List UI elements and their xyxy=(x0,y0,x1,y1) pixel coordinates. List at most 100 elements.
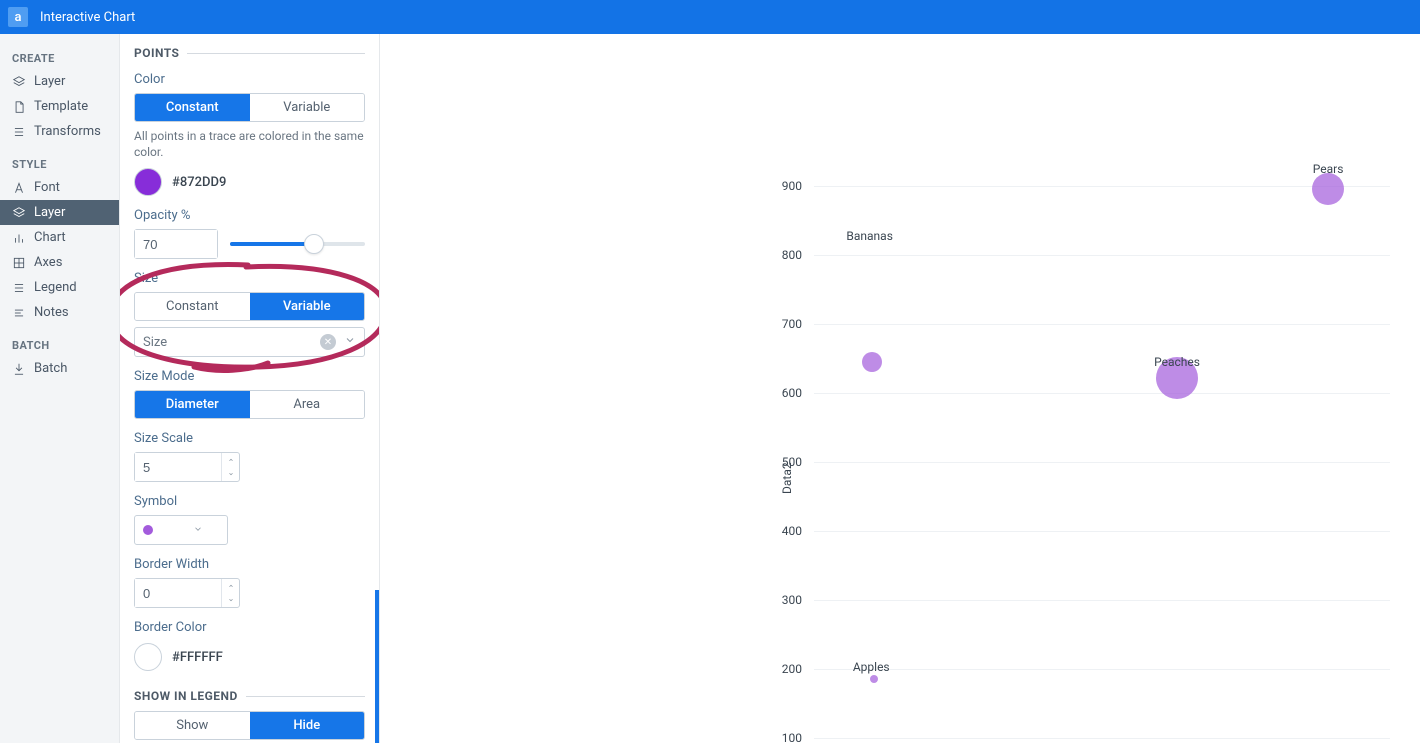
nav-item-notes[interactable]: Notes xyxy=(0,300,119,325)
data-point-label: Bananas xyxy=(846,229,893,243)
stepper-down-icon[interactable] xyxy=(222,593,239,607)
section-header-points: POINTS xyxy=(134,46,365,60)
stepper-down-icon[interactable] xyxy=(222,467,239,481)
nav-item-label: Layer xyxy=(34,205,65,220)
y-tick-label: 100 xyxy=(782,731,802,743)
y-tick-label: 500 xyxy=(782,455,802,469)
nav-section-create: CREATE xyxy=(0,46,119,69)
sizescale-value[interactable] xyxy=(135,453,221,481)
list-icon xyxy=(12,125,26,139)
layers-icon xyxy=(12,75,26,89)
nav-item-template[interactable]: Template xyxy=(0,94,119,119)
size-column-dropdown[interactable]: Size ✕ xyxy=(134,327,365,357)
data-point-label: Pears xyxy=(1313,162,1344,176)
scrollbar-indicator[interactable] xyxy=(375,590,379,743)
nav-item-axes[interactable]: Axes xyxy=(0,250,119,275)
borderwidth-value[interactable] xyxy=(135,579,221,607)
legend-hide[interactable]: Hide xyxy=(250,712,365,739)
y-tick-label: 400 xyxy=(782,524,802,538)
nav-item-label: Axes xyxy=(34,255,62,270)
stepper-up-icon[interactable] xyxy=(222,579,239,593)
symbol-dropdown[interactable] xyxy=(134,515,228,545)
y-tick-label: 700 xyxy=(782,317,802,331)
opacity-value[interactable] xyxy=(135,230,217,258)
data-point-label: Peaches xyxy=(1154,355,1200,369)
sizemode-area[interactable]: Area xyxy=(250,391,365,418)
data-point[interactable] xyxy=(1312,173,1344,205)
gridline xyxy=(814,186,1390,187)
nav-item-layer-style[interactable]: Layer xyxy=(0,200,119,225)
chevron-down-icon xyxy=(344,334,356,350)
nav-item-font[interactable]: Font xyxy=(0,175,119,200)
nav-section-style: STYLE xyxy=(0,152,119,175)
y-tick-label: 600 xyxy=(782,386,802,400)
gridline xyxy=(814,669,1390,670)
legend-toggle[interactable]: Show Hide xyxy=(134,711,365,740)
gridline xyxy=(814,600,1390,601)
size-mode-constant[interactable]: Constant xyxy=(135,293,250,320)
label-borderwidth: Border Width xyxy=(134,557,365,572)
nav-item-legend[interactable]: Legend xyxy=(0,275,119,300)
nav-section-batch: BATCH xyxy=(0,333,119,356)
nav-item-label: Notes xyxy=(34,305,69,320)
notes-icon xyxy=(12,306,26,320)
y-tick-label: 900 xyxy=(782,179,802,193)
size-mode-variable[interactable]: Variable xyxy=(250,293,365,320)
app-logo: a xyxy=(8,7,28,27)
opacity-slider[interactable] xyxy=(230,229,365,259)
nav-item-layer-create[interactable]: Layer xyxy=(0,69,119,94)
gridline xyxy=(814,255,1390,256)
config-panel: POINTS Color Constant Variable All point… xyxy=(120,34,380,743)
list-icon xyxy=(12,281,26,295)
document-icon xyxy=(12,100,26,114)
gridline xyxy=(814,324,1390,325)
chevron-down-icon xyxy=(193,523,203,538)
nav-item-chart[interactable]: Chart xyxy=(0,225,119,250)
y-tick-label: 300 xyxy=(782,593,802,607)
bordercolor-hex: #FFFFFF xyxy=(172,650,223,665)
label-opacity: Opacity % xyxy=(134,208,365,223)
section-title-legend: SHOW IN LEGEND xyxy=(134,689,238,703)
section-header-legend: SHOW IN LEGEND xyxy=(134,689,365,703)
label-bordercolor: Border Color xyxy=(134,620,365,635)
nav-item-label: Layer xyxy=(34,74,65,89)
color-helper-text: All points in a trace are colored in the… xyxy=(134,128,365,160)
font-icon xyxy=(12,181,26,195)
opacity-input[interactable] xyxy=(134,229,218,259)
gridline xyxy=(814,531,1390,532)
bar-chart-icon xyxy=(12,231,26,245)
y-tick-label: 200 xyxy=(782,662,802,676)
sizemode-toggle[interactable]: Diameter Area xyxy=(134,390,365,419)
color-swatch[interactable] xyxy=(134,168,162,196)
slider-thumb[interactable] xyxy=(304,234,324,254)
bordercolor-swatch[interactable] xyxy=(134,643,162,671)
chart-canvas[interactable]: Data2 100200300400500600700800900Bananas… xyxy=(380,34,1420,743)
size-column-value: Size xyxy=(143,335,167,350)
size-mode-toggle[interactable]: Constant Variable xyxy=(134,292,365,321)
clear-icon[interactable]: ✕ xyxy=(320,334,336,350)
data-point[interactable] xyxy=(862,352,882,372)
label-sizescale: Size Scale xyxy=(134,431,365,446)
nav-item-label: Template xyxy=(34,99,88,114)
top-bar: a Interactive Chart xyxy=(0,0,1420,34)
color-mode-toggle[interactable]: Constant Variable xyxy=(134,93,365,122)
plot-area[interactable]: 100200300400500600700800900BananasApples… xyxy=(814,152,1390,743)
sizescale-input[interactable] xyxy=(134,452,240,482)
gridline xyxy=(814,393,1390,394)
gridline xyxy=(814,738,1390,739)
nav-item-transforms[interactable]: Transforms xyxy=(0,119,119,144)
left-nav: CREATE Layer Template Transforms STYLE F… xyxy=(0,34,120,743)
nav-item-label: Batch xyxy=(34,361,67,376)
color-hex: #872DD9 xyxy=(172,175,226,190)
data-point[interactable] xyxy=(870,675,878,683)
gridline xyxy=(814,462,1390,463)
sizemode-diameter[interactable]: Diameter xyxy=(135,391,250,418)
color-mode-constant[interactable]: Constant xyxy=(135,94,250,121)
stepper-up-icon[interactable] xyxy=(222,453,239,467)
color-mode-variable[interactable]: Variable xyxy=(250,94,365,121)
grid-icon xyxy=(12,256,26,270)
label-size: Size xyxy=(134,271,365,286)
nav-item-batch[interactable]: Batch xyxy=(0,356,119,381)
borderwidth-input[interactable] xyxy=(134,578,240,608)
legend-show[interactable]: Show xyxy=(135,712,250,739)
